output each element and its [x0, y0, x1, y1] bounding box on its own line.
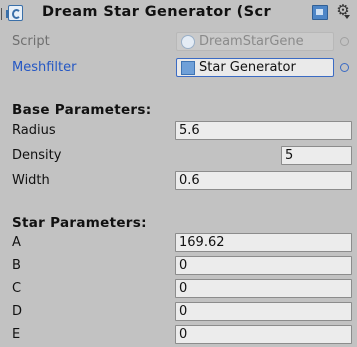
meshfilter-picker-icon[interactable]: [340, 63, 349, 72]
radius-label: Radius: [12, 123, 56, 138]
width-row: Width 0.6: [0, 171, 357, 191]
param-a-row: A 169.62: [0, 233, 357, 253]
script-label: Script: [12, 34, 50, 49]
param-c-row: C 0: [0, 279, 357, 299]
base-parameters-heading: Base Parameters:: [12, 102, 152, 118]
help-book-icon[interactable]: [312, 5, 328, 20]
meshfilter-row: Meshfilter Star Generator: [0, 58, 357, 78]
width-label: Width: [12, 173, 50, 188]
meshfilter-field-value: Star Generator: [199, 60, 296, 75]
param-a-input[interactable]: 169.62: [175, 233, 352, 252]
script-row: Script DreamStarGene: [0, 32, 357, 52]
gear-icon[interactable]: ⚙: [334, 1, 352, 21]
param-d-input[interactable]: 0: [175, 302, 352, 321]
param-e-input[interactable]: 0: [175, 325, 352, 344]
param-d-label: D: [12, 304, 23, 319]
script-file-icon: [181, 35, 195, 49]
density-label: Density: [12, 148, 62, 163]
script-field: DreamStarGene: [176, 32, 334, 51]
script-field-value: DreamStarGene: [199, 34, 304, 49]
param-b-label: B: [12, 258, 21, 273]
script-picker-icon: [340, 37, 349, 46]
star-parameters-heading: Star Parameters:: [12, 215, 147, 231]
param-e-row: E 0: [0, 325, 357, 345]
radius-row: Radius 5.6: [0, 121, 357, 141]
param-d-row: D 0: [0, 302, 357, 322]
param-a-label: A: [12, 235, 21, 250]
meshfilter-field[interactable]: Star Generator: [176, 58, 334, 77]
param-b-input[interactable]: 0: [175, 256, 352, 275]
mesh-filter-icon: [181, 61, 195, 75]
param-c-input[interactable]: 0: [175, 279, 352, 298]
density-row: Density 5: [0, 146, 357, 166]
param-b-row: B 0: [0, 256, 357, 276]
script-icon: [6, 5, 23, 21]
component-title: Dream Star Generator (Scr: [42, 4, 272, 20]
density-input[interactable]: 5: [281, 146, 352, 165]
param-e-label: E: [12, 327, 21, 342]
radius-input[interactable]: 5.6: [175, 121, 352, 140]
param-c-label: C: [12, 281, 22, 296]
component-header[interactable]: Dream Star Generator (Scr ⚙: [0, 0, 357, 26]
width-input[interactable]: 0.6: [175, 171, 352, 190]
meshfilter-label: Meshfilter: [12, 60, 77, 75]
